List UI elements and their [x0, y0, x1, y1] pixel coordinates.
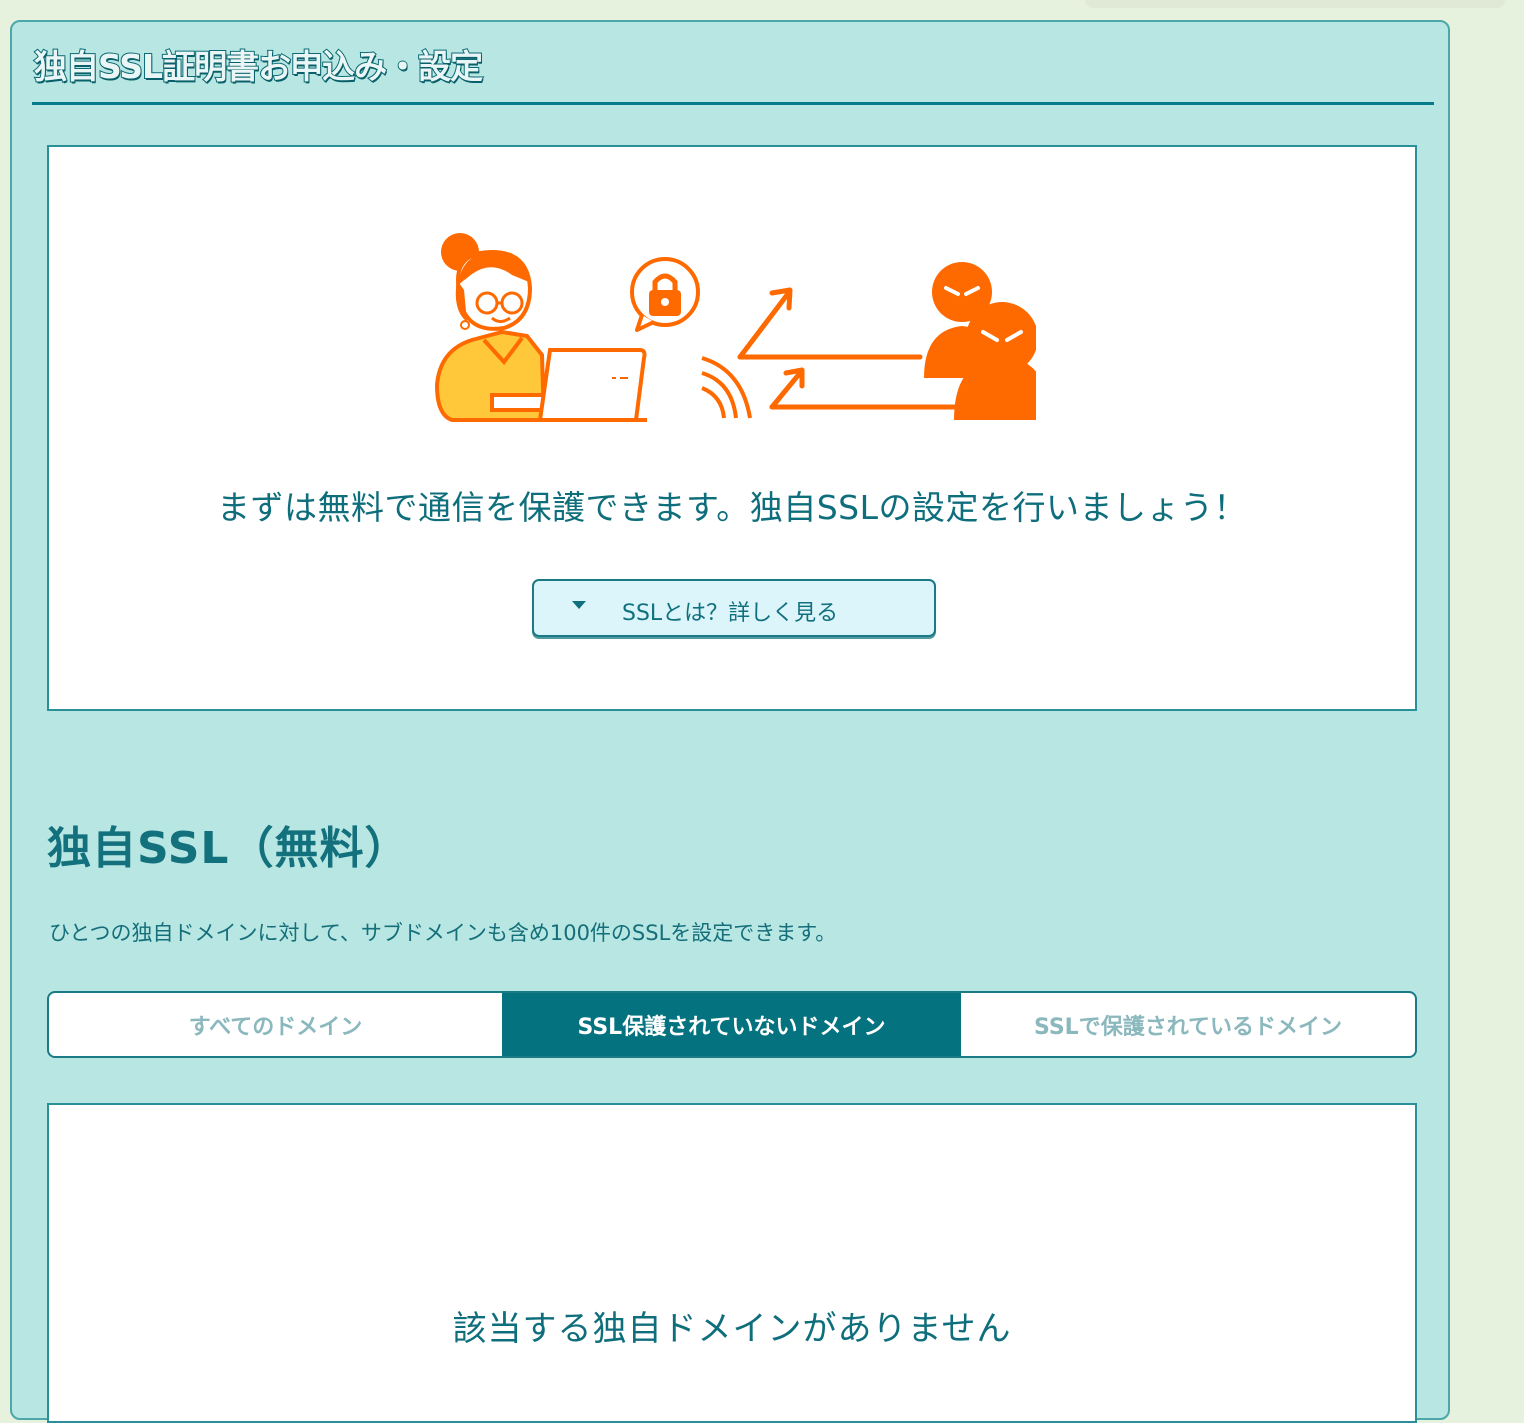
- domain-filter-tabs: すべてのドメイン SSL保護されていないドメイン SSLで保護されているドメイン: [47, 991, 1417, 1058]
- ssl-info-toggle-label: SSLとは？詳しく見る: [622, 601, 839, 626]
- tab-protected-domains[interactable]: SSLで保護されているドメイン: [961, 993, 1415, 1056]
- ssl-intro-card: まずは無料で通信を保護できます。独自SSLの設定を行いましょう！ SSLとは？詳…: [47, 145, 1417, 711]
- section-heading: 独自SSL（無料）: [47, 823, 410, 874]
- attacker-figures: [924, 262, 1036, 420]
- tab-unprotected-domains[interactable]: SSL保護されていないドメイン: [502, 993, 961, 1056]
- signal-arcs: [701, 356, 752, 419]
- ssl-info-toggle-button[interactable]: SSLとは？詳しく見る: [532, 579, 936, 637]
- padlock-icon: [630, 257, 700, 332]
- caret-down-icon: [572, 601, 586, 609]
- title-divider: [32, 102, 1434, 105]
- tab-all-domains[interactable]: すべてのドメイン: [49, 993, 502, 1056]
- woman-figure: [434, 233, 647, 422]
- page-title: 独自SSL証明書お申込み・設定: [33, 46, 484, 87]
- top-edge-shadow: [1085, 0, 1505, 8]
- empty-state-message: 該当する独自ドメインがありません: [452, 1309, 1012, 1349]
- domain-results: 該当する独自ドメインがありません: [47, 1103, 1417, 1423]
- hero-message: まずは無料で通信を保護できます。独自SSLの設定を行いましょう！: [217, 488, 1247, 527]
- ssl-settings-panel: 独自SSL証明書お申込み・設定 まずは無料で通信を保護できます。独自SSLの設定…: [10, 20, 1450, 1423]
- section-description: ひとつの独自ドメインに対して、サブドメインも含め100件のSSLを設定できます。: [49, 921, 837, 945]
- ssl-illustration: [434, 233, 1036, 422]
